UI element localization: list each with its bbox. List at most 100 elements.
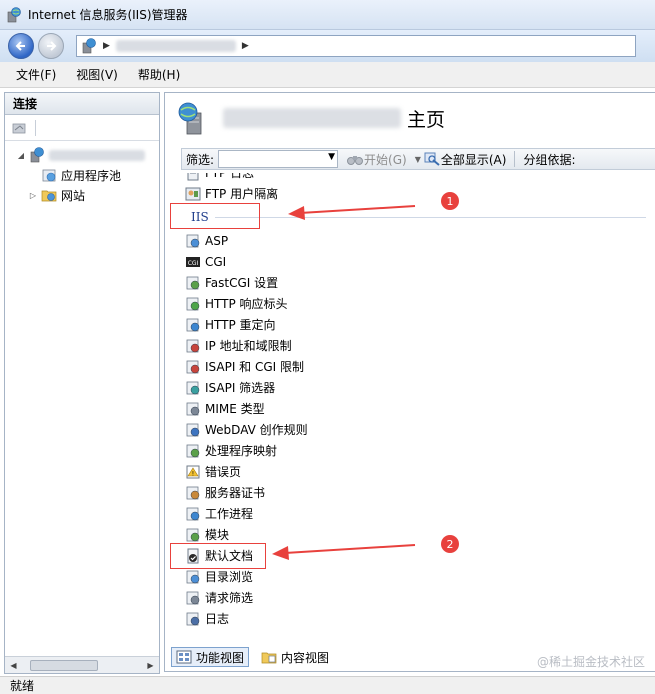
feature-label: CGI — [205, 254, 227, 269]
feature-item[interactable]: HTTP 响应标头 — [181, 293, 655, 314]
connections-tree: ◢ 应用程序池 ▷ 网站 — [5, 141, 159, 205]
tree-item-label: 网站 — [61, 188, 86, 203]
http-headers-icon — [186, 297, 200, 310]
start-filter-label: 开始(G) — [364, 152, 407, 167]
feature-label: 处理程序映射 — [205, 444, 278, 458]
scroll-thumb[interactable] — [30, 659, 98, 671]
feature-item[interactable]: 目录浏览 — [181, 566, 655, 587]
tab-features-view[interactable]: 功能视图 — [171, 647, 250, 667]
feature-label: HTTP 响应标头 — [205, 297, 288, 311]
feature-label: ISAPI 筛选器 — [205, 381, 276, 395]
feature-item-ftp-logging[interactable]: FTP 日志 — [181, 173, 655, 183]
content-view-icon — [261, 652, 277, 664]
server-icon — [30, 147, 44, 163]
feature-label: WebDAV 创作规则 — [205, 423, 308, 437]
page-header: 主页 — [165, 93, 655, 143]
breadcrumb-chevron-icon[interactable]: ▶ — [103, 41, 110, 51]
feature-item[interactable]: 工作进程 — [181, 503, 655, 524]
binoculars-icon — [347, 156, 364, 165]
scroll-left-icon[interactable]: ◀ — [5, 661, 22, 670]
group-divider — [214, 216, 646, 218]
tree-item-sites[interactable]: ▷ 网站 — [5, 185, 159, 205]
feature-label: FastCGI 设置 — [205, 276, 279, 290]
feature-item[interactable]: ISAPI 筛选器 — [181, 377, 655, 398]
certificate-icon — [186, 486, 200, 499]
request-filtering-icon — [186, 591, 200, 604]
filter-label: 筛选: — [186, 152, 215, 167]
menu-file[interactable]: 文件(F) — [16, 66, 56, 83]
main-pane: 主页 筛选: ▼ 开始(G) ▼ 全部显示(A) 分组依据: FTP 日志 FT… — [164, 92, 655, 672]
menu-view[interactable]: 视图(V) — [76, 66, 118, 83]
start-filter-button[interactable]: 开始(G) — [346, 151, 407, 168]
svg-text:!: ! — [192, 470, 194, 477]
horizontal-scrollbar[interactable]: ◀ ▶ — [5, 656, 159, 673]
app-pool-icon — [42, 169, 56, 182]
breadcrumb-chevron-icon[interactable]: ▶ — [242, 41, 249, 51]
show-all-button[interactable]: ▼ 全部显示(A) — [415, 151, 506, 168]
filter-input[interactable]: ▼ — [218, 150, 339, 168]
feature-item[interactable]: MIME 类型 — [181, 398, 655, 419]
connections-toolbar — [5, 115, 159, 141]
tree-item-app-pools[interactable]: 应用程序池 — [5, 165, 159, 185]
feature-item[interactable]: HTTP 重定向 — [181, 314, 655, 335]
dropdown-arrow-icon[interactable]: ▼ — [328, 152, 335, 162]
feature-item[interactable]: 服务器证书 — [181, 482, 655, 503]
forward-button[interactable] — [38, 33, 64, 59]
tab-label: 内容视图 — [281, 650, 330, 665]
address-bar[interactable]: ▶ ▶ — [76, 35, 636, 57]
annotation-box-default-document — [170, 543, 266, 569]
connect-icon[interactable] — [11, 120, 29, 136]
back-button[interactable] — [8, 33, 34, 59]
feature-label: FTP 日志 — [205, 173, 255, 180]
view-tabs: 功能视图 内容视图 — [171, 645, 341, 669]
status-text: 就绪 — [10, 679, 35, 693]
feature-label: 请求筛选 — [205, 591, 254, 605]
menu-help[interactable]: 帮助(H) — [138, 66, 180, 83]
show-all-icon — [424, 152, 440, 166]
fastcgi-icon — [186, 276, 200, 289]
tab-content-view[interactable]: 内容视图 — [257, 647, 333, 667]
webdav-icon — [186, 423, 200, 436]
annotation-box-iis — [170, 203, 260, 229]
feature-label: 日志 — [205, 612, 230, 626]
feature-item-ftp-user-isolation[interactable]: FTP 用户隔离 — [181, 183, 655, 204]
filter-bar: 筛选: ▼ 开始(G) ▼ 全部显示(A) 分组依据: — [181, 148, 655, 170]
isapi-cgi-icon — [186, 360, 200, 373]
log-icon — [187, 173, 199, 180]
logging-icon — [186, 612, 200, 625]
feature-item[interactable]: 日志 — [181, 608, 655, 629]
feature-item[interactable]: IP 地址和域限制 — [181, 335, 655, 356]
iis-features: ASP CGI CGI FastCGI 设置 HTTP 响应标头 HTTP 重定向 IP 地… — [181, 230, 655, 629]
tree-item-label: 应用程序池 — [61, 168, 122, 183]
feature-item[interactable]: 请求筛选 — [181, 587, 655, 608]
page-title: 主页 — [407, 108, 446, 131]
feature-label: 错误页 — [205, 465, 242, 479]
feature-item[interactable]: FastCGI 设置 — [181, 272, 655, 293]
dropdown-arrow-icon[interactable]: ▼ — [415, 155, 421, 164]
feature-label: 目录浏览 — [205, 570, 254, 584]
feature-item[interactable]: WebDAV 创作规则 — [181, 419, 655, 440]
feature-item[interactable]: CGI CGI — [181, 251, 655, 272]
menu-bar: 文件(F) 视图(V) 帮助(H) — [0, 62, 655, 88]
feature-label: ASP — [205, 233, 229, 248]
iis-server-icon — [82, 38, 96, 54]
connections-header: 连接 — [5, 93, 159, 115]
handler-mapping-icon — [186, 444, 200, 457]
scroll-right-icon[interactable]: ▶ — [142, 661, 159, 670]
redacted-server-name — [223, 108, 401, 128]
collapse-icon[interactable]: ◢ — [15, 151, 27, 160]
title-bar: Internet 信息服务(IIS)管理器 — [0, 0, 655, 30]
feature-list: FTP 日志 FTP 用户隔离 IIS ASP CGI CGI FastCGI 设置 H… — [181, 173, 655, 643]
status-bar: 就绪 — [0, 676, 655, 694]
feature-item[interactable]: ISAPI 和 CGI 限制 — [181, 356, 655, 377]
feature-item[interactable]: ASP — [181, 230, 655, 251]
feature-item[interactable]: 模块 — [181, 524, 655, 545]
tree-item-server[interactable]: ◢ — [5, 145, 159, 165]
feature-label: HTTP 重定向 — [205, 318, 276, 332]
cgi-icon: CGI — [186, 256, 200, 267]
expand-icon[interactable]: ▷ — [27, 191, 39, 200]
feature-item[interactable]: 处理程序映射 — [181, 440, 655, 461]
group-by-button[interactable]: 分组依据: — [523, 151, 575, 168]
feature-label: MIME 类型 — [205, 402, 265, 416]
feature-item[interactable]: ! 错误页 — [181, 461, 655, 482]
